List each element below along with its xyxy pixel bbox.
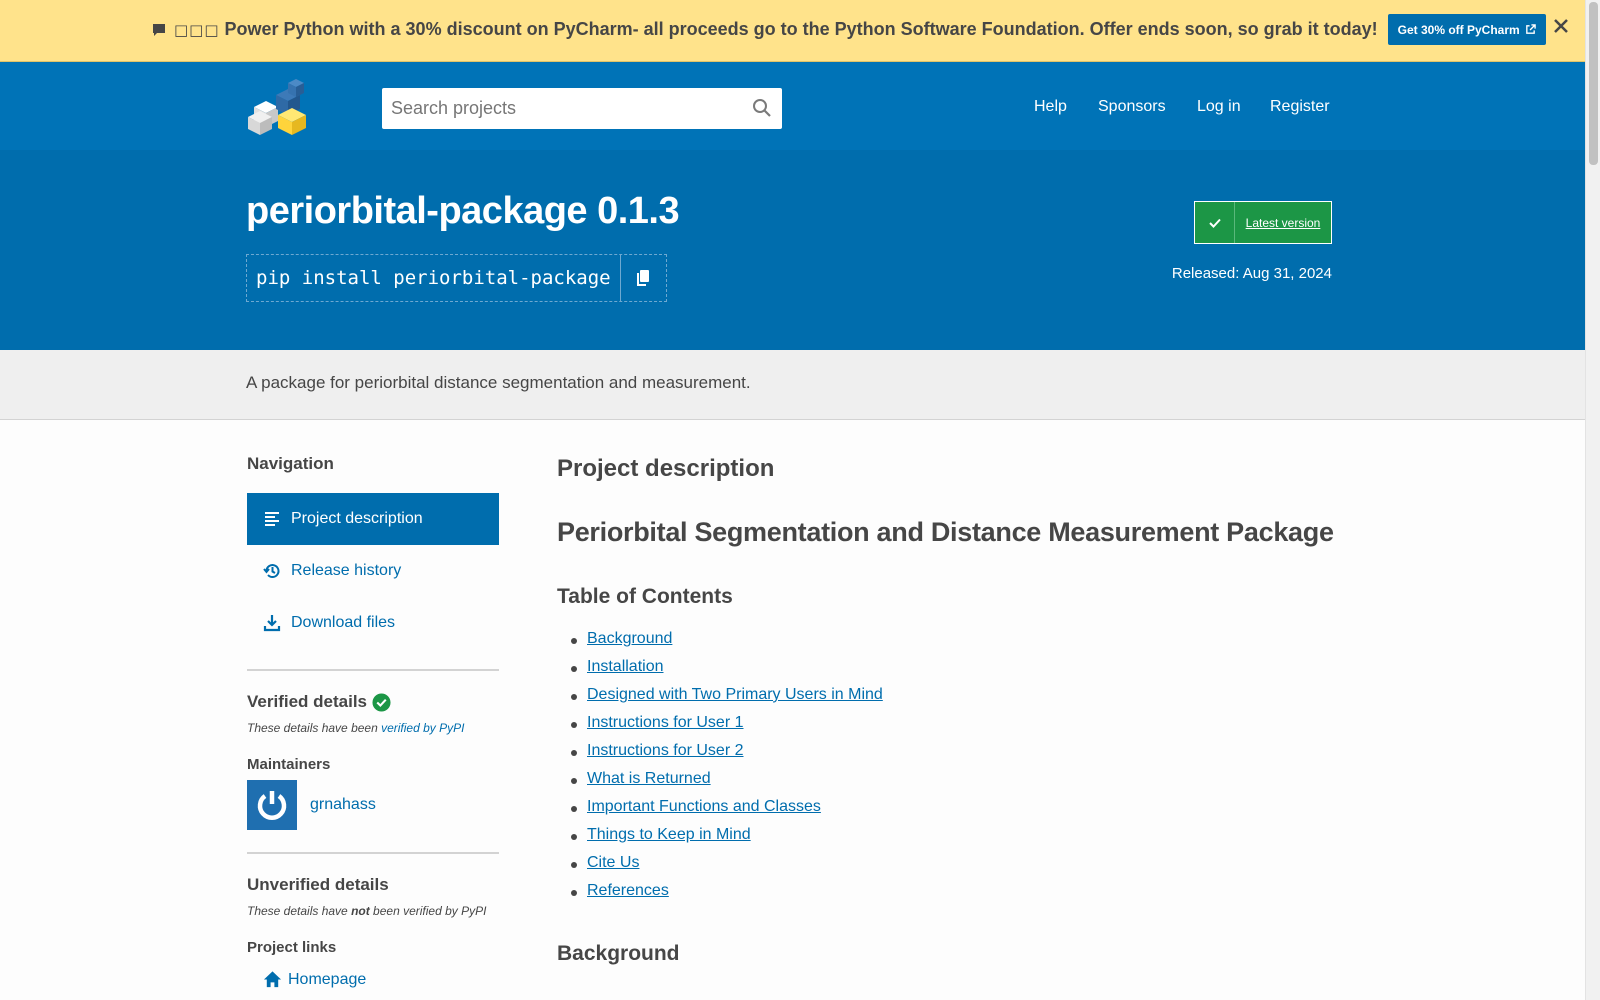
unverified-note-emphasis: not [351,904,370,918]
power-avatar-icon [257,791,287,820]
table-of-contents: Background Installation Designed with Tw… [557,630,883,910]
search-input[interactable] [382,88,742,129]
unverified-details-heading: Unverified details [247,875,389,894]
toc-item: Important Functions and Classes [557,798,883,826]
search-box [382,88,782,129]
nav-register[interactable]: Register [1270,98,1330,116]
pypi-logo-icon[interactable] [246,77,314,137]
toc-item: References [557,882,883,910]
toc-item: Designed with Two Primary Users in Mind [557,686,883,714]
avatar[interactable] [247,780,297,830]
package-summary: A package for periorbital distance segme… [246,373,751,392]
comment-icon [153,23,165,36]
external-link-icon [1525,24,1536,34]
sidebar-item-label: Download files [291,614,396,631]
announcement-banner: □□□ Power Python with a 30% discount on … [0,0,1585,62]
nav-sponsors[interactable]: Sponsors [1098,98,1166,116]
toc-item: Installation [557,658,883,686]
verified-check-icon [372,692,391,712]
toc-item: Instructions for User 1 [557,714,883,742]
toc-item: Instructions for User 2 [557,742,883,770]
banner-content: □□□ Power Python with a 30% discount on … [152,14,1546,45]
pycharm-discount-label: Get 30% off PyCharm [1397,22,1520,37]
align-left-icon [265,512,279,526]
latest-version-label: Latest version [1245,215,1321,230]
verified-by-pypi-link[interactable]: verified by PyPI [381,721,464,735]
copy-icon [637,270,650,286]
homepage-link[interactable]: Homepage [263,970,366,989]
toc-link-background[interactable]: Background [587,630,672,647]
toc-link-installation[interactable]: Installation [587,658,664,675]
sidebar-item-label: Release history [291,562,402,579]
maintainer-row[interactable]: grnahass [247,780,376,830]
toc-item: What is Returned [557,770,883,798]
verified-note: These details have been verified by PyPI [247,721,464,735]
toc-link-what-is-returned[interactable]: What is Returned [587,770,711,787]
copy-button[interactable] [621,255,666,301]
download-icon [263,615,281,632]
home-icon [263,971,282,988]
check-icon [1195,202,1235,243]
unverified-note-text: been verified by PyPI [369,904,487,918]
vertical-scrollbar[interactable] [1585,0,1600,1000]
toc-item: Background [557,630,883,658]
readme-title: Periorbital Segmentation and Distance Me… [557,517,1334,547]
toc-link-functions-classes[interactable]: Important Functions and Classes [587,798,821,815]
toc-link-cite-us[interactable]: Cite Us [587,854,639,871]
banner-emoji-placeholder: □□□ [174,20,220,39]
sidebar-item-release-history[interactable]: Release history [247,545,499,597]
toc-link-user-2[interactable]: Instructions for User 2 [587,742,744,759]
divider [247,852,499,854]
divider [247,669,499,671]
homepage-label: Homepage [288,970,367,988]
project-links-heading: Project links [247,939,337,956]
maintainer-link[interactable]: grnahass [310,796,376,814]
verified-note-text: These details have been [247,721,382,735]
toc-link-references[interactable]: References [587,882,669,899]
pip-install-box: pip install periorbital-package [246,254,667,302]
banner-text: Power Python with a 30% discount on PyCh… [224,19,1378,39]
maintainers-heading: Maintainers [247,756,331,773]
site-header: Help Sponsors Log in Register [0,62,1585,150]
unverified-note-text: These details have [247,904,352,918]
toc-link-user-1[interactable]: Instructions for User 1 [587,714,744,731]
project-description-heading: Project description [557,455,775,482]
toc-link-primary-users[interactable]: Designed with Two Primary Users in Mind [587,686,883,703]
toc-item: Things to Keep in Mind [557,826,883,854]
toc-heading: Table of Contents [557,585,733,608]
pycharm-discount-button[interactable]: Get 30% off PyCharm [1387,14,1546,45]
history-icon [263,564,280,578]
unverified-note: These details have not been verified by … [247,904,486,918]
package-header: periorbital-package 0.1.3 pip install pe… [0,150,1585,350]
toc-link-keep-in-mind[interactable]: Things to Keep in Mind [587,826,751,843]
verified-details-heading: Verified details [247,692,367,711]
sidebar-item-download-files[interactable]: Download files [247,597,499,649]
background-heading: Background [557,942,680,965]
verified-details-heading-row: Verified details [247,692,391,712]
package-summary-bar: A package for periorbital distance segme… [0,350,1585,420]
scrollbar-thumb[interactable] [1589,2,1598,165]
nav-help[interactable]: Help [1034,98,1067,116]
release-date: Released: Aug 31, 2024 [1171,265,1332,282]
package-title: periorbital-package 0.1.3 [246,190,680,232]
pip-command: pip install periorbital-package [247,255,621,301]
sidebar-item-project-description[interactable]: Project description [247,493,499,545]
sidebar-item-label: Project description [291,510,423,527]
navigation-heading: Navigation [247,454,334,473]
latest-version-badge[interactable]: Latest version [1194,201,1332,244]
close-icon[interactable] [1551,16,1571,36]
nav-login[interactable]: Log in [1197,98,1241,116]
search-icon[interactable] [752,98,772,118]
toc-item: Cite Us [557,854,883,882]
